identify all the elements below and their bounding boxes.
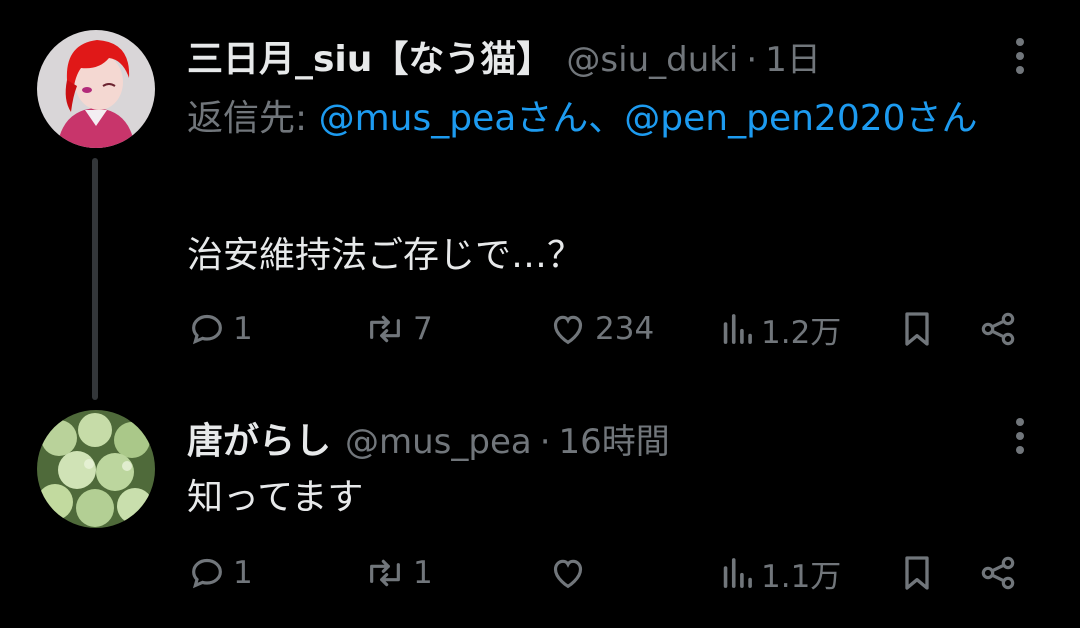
reply-button[interactable]: 1	[187, 548, 253, 598]
user-handle[interactable]: @mus_pea	[345, 422, 532, 462]
retweet-count: 7	[413, 311, 433, 347]
reply-to-line: 返信先: @mus_peaさん、@pen_pen2020さん	[187, 86, 1027, 152]
more-options-icon[interactable]	[1008, 418, 1032, 454]
reply-to-prefix: 返信先:	[187, 98, 319, 139]
tweet-text: 知ってます	[187, 477, 364, 518]
mention-link-pen-pen2020[interactable]: @pen_pen2020さん	[624, 98, 977, 139]
share-button[interactable]	[977, 304, 1019, 354]
bookmark-icon	[905, 556, 929, 590]
views-count: 1.1万	[761, 558, 842, 595]
retweet-icon	[370, 315, 400, 343]
display-name[interactable]: 唐がらし	[187, 412, 331, 464]
views-chart-icon	[723, 314, 752, 344]
share-icon	[981, 556, 1015, 590]
timestamp[interactable]: 1日	[765, 32, 821, 81]
display-name[interactable]: 三日月_siu【なう猫】	[187, 30, 552, 82]
share-icon	[981, 312, 1015, 346]
bookmark-icon	[905, 312, 929, 346]
reply-button[interactable]: 1	[187, 304, 253, 354]
tweet-1[interactable]: 三日月_siu【なう猫】 @siu_duki · 1日 返信先: @mus_pe…	[0, 0, 1080, 400]
user-handle[interactable]: @siu_duki	[566, 40, 738, 80]
avatar-image	[37, 30, 155, 148]
more-options-icon[interactable]	[1008, 38, 1032, 74]
like-button[interactable]: 234	[547, 304, 654, 354]
avatar[interactable]	[37, 410, 155, 528]
action-bar: 1 1 1.1万	[187, 548, 1037, 598]
bookmark-button[interactable]	[899, 548, 935, 598]
reply-count: 1	[233, 311, 253, 347]
reply-count: 1	[233, 555, 253, 591]
bookmark-button[interactable]	[899, 304, 935, 354]
heart-icon	[553, 559, 583, 589]
separator-dot: ·	[746, 40, 758, 80]
views-chart-icon	[723, 558, 752, 588]
timestamp[interactable]: 16時間	[559, 414, 670, 463]
mention-link-mus-pea[interactable]: @mus_peaさん	[319, 98, 589, 139]
share-button[interactable]	[977, 548, 1019, 598]
mention-joiner: 、	[588, 98, 625, 139]
avatar-image	[37, 410, 155, 528]
tweet-header: 三日月_siu【なう猫】 @siu_duki · 1日	[187, 30, 821, 80]
views-button[interactable]: 1.2万	[719, 304, 841, 354]
tweet-header: 唐がらし @mus_pea · 16時間	[187, 412, 670, 462]
retweet-button[interactable]: 7	[363, 304, 433, 354]
action-bar: 1 7 234 1.2万	[187, 304, 1037, 354]
views-button[interactable]: 1.1万	[719, 548, 841, 598]
like-count: 234	[595, 311, 655, 347]
retweet-icon	[370, 559, 400, 587]
retweet-button[interactable]: 1	[363, 548, 433, 598]
avatar[interactable]	[37, 30, 155, 148]
separator-dot: ·	[539, 422, 551, 462]
thread-connector-line	[92, 158, 98, 400]
reply-icon	[192, 558, 222, 589]
like-button[interactable]	[547, 548, 595, 598]
tweet-text: 治安維持法ご存じで…？	[187, 235, 584, 276]
views-count: 1.2万	[761, 314, 842, 351]
heart-icon	[553, 315, 583, 345]
retweet-count: 1	[413, 555, 433, 591]
reply-icon	[192, 314, 222, 345]
tweet-2[interactable]: 唐がらし @mus_pea · 16時間 知ってます 1 1 1.1万	[0, 400, 1080, 628]
